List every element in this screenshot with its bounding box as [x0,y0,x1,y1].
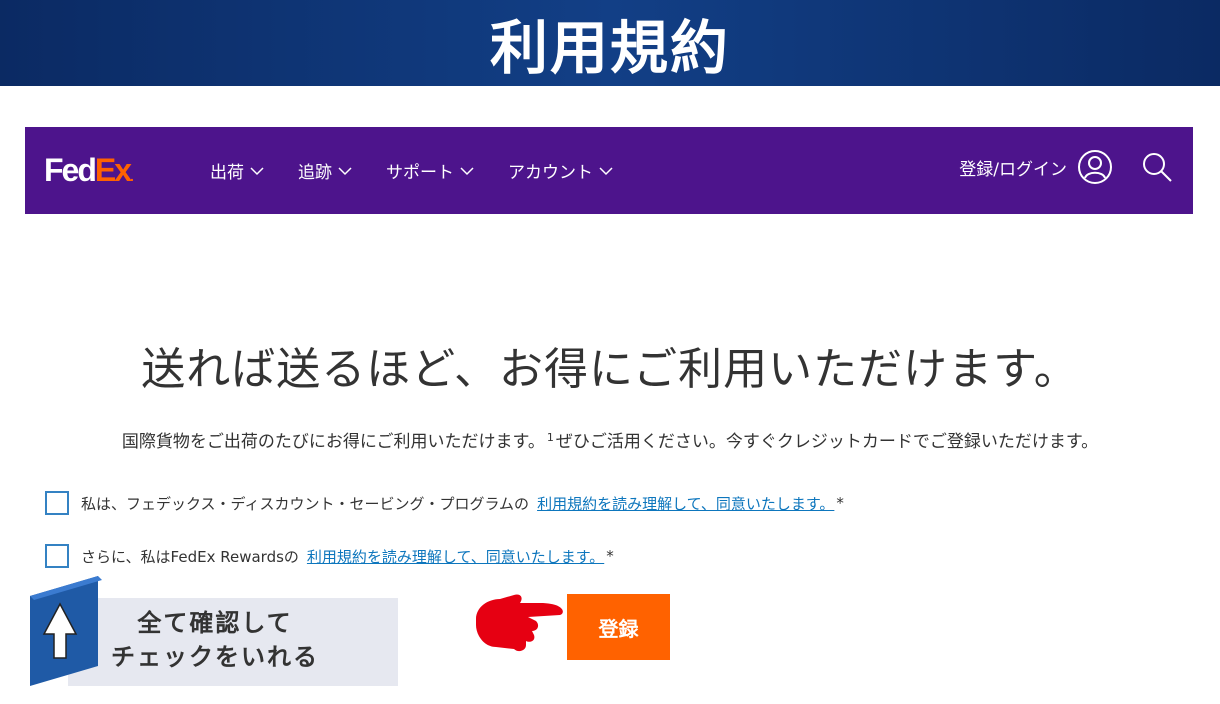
logo-dot: . [130,168,134,184]
chevron-down-icon [599,166,613,175]
page-subtext: 国際貨物をご出荷のたびにお得にご利用いただけます。 1 ぜひご活用ください。今すぐク… [0,427,1220,452]
nav-menu: 出荷 追跡 サポート アカウント [210,158,647,183]
subtext-before: 国際貨物をご出荷のたびにお得にご利用いただけます。 [121,432,545,452]
callout-text: 全て確認して チェックをいれる [110,606,320,674]
instruction-callout: 全て確認して チェックをいれる [30,576,398,688]
register-button[interactable]: 登録 [567,594,670,660]
title-banner: 利用規約 [0,0,1220,86]
nav-item-shipping[interactable]: 出荷 [210,158,264,183]
required-mark: * [606,547,614,565]
rewards-terms-link[interactable]: 利用規約を読み理解して、同意いたします。 [307,546,604,567]
banner-title: 利用規約 [489,14,730,82]
nav-item-label: サポート [386,163,454,183]
page-headline: 送れば送るほど、お得にご利用いただけます。 [141,344,1079,395]
nav-item-label: 追跡 [298,163,332,183]
rewards-terms-checkbox[interactable] [45,544,69,568]
pointing-hand-icon [476,594,563,652]
discount-terms-checkbox[interactable] [45,491,69,515]
nav-right: 登録/ログイン [959,149,1173,185]
chevron-down-icon [250,166,264,175]
nav-item-label: アカウント [508,163,593,183]
discount-terms-link[interactable]: 利用規約を読み理解して、同意いたします。 [537,493,834,514]
nav-item-tracking[interactable]: 追跡 [298,158,352,183]
chevron-down-icon [338,166,352,175]
subtext-after: ぜひご活用ください。今すぐクレジットカードでご登録いただけます。 [555,432,1099,452]
up-arrow-icon [30,576,102,686]
logo-ex: Ex [94,152,132,188]
discount-terms-row: 私は、フェデックス・ディスカウント・セービング・プログラムの 利用規約を読み理解… [45,491,844,515]
required-mark: * [836,494,844,512]
fedex-logo[interactable]: FedEx. [44,152,134,193]
login-link[interactable]: 登録/ログイン [959,155,1067,180]
callout-line-1: 全て確認して [137,609,293,637]
fedex-navbar: FedEx. 出荷 追跡 サポート アカウント 登録/ログイン [25,127,1193,214]
footnote-marker: 1 [546,431,554,444]
search-icon[interactable] [1141,151,1173,183]
callout-line-2: チェックをいれる [111,643,319,671]
logo-fed: Fed [44,152,97,188]
user-circle-icon[interactable] [1077,149,1113,185]
nav-item-label: 出荷 [210,163,244,183]
nav-item-support[interactable]: サポート [386,158,474,183]
checkbox-label: さらに、私はFedEx Rewardsの [81,547,299,566]
rewards-terms-row: さらに、私はFedEx Rewardsの 利用規約を読み理解して、同意いたします… [45,544,614,568]
chevron-down-icon [460,166,474,175]
nav-item-account[interactable]: アカウント [508,158,613,183]
checkbox-label: 私は、フェデックス・ディスカウント・セービング・プログラムの [81,494,530,513]
